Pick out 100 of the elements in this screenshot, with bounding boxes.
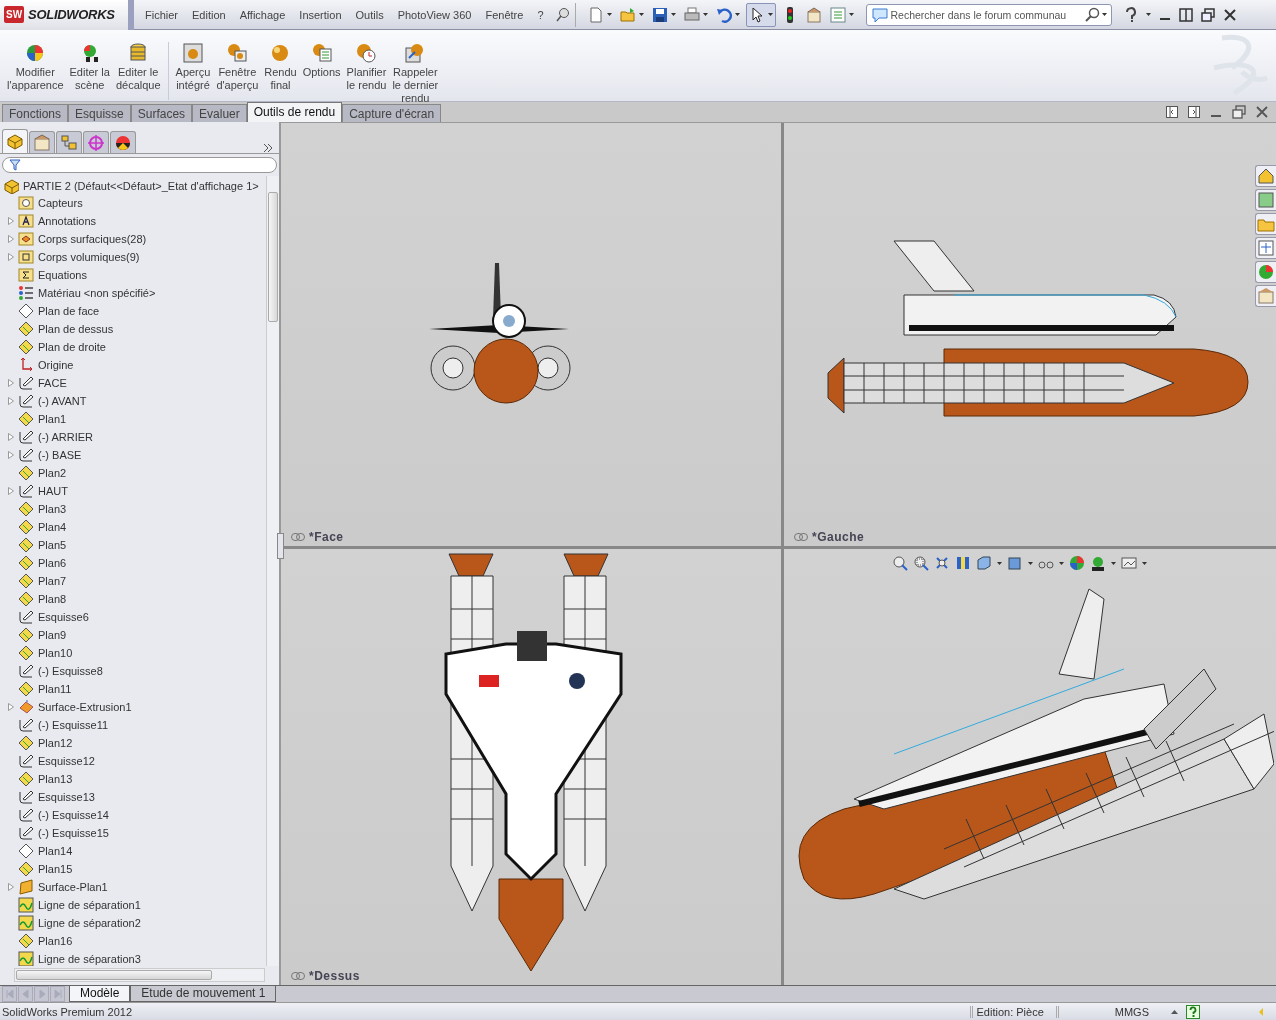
tree-item[interactable]: Plan13 <box>38 773 73 785</box>
ribbon-button[interactable]: Fenêtre d'aperçu <box>213 42 262 92</box>
caret-icon[interactable] <box>1101 13 1107 16</box>
tree-item[interactable]: Matériau <non spécifié> <box>38 287 156 299</box>
caret-icon[interactable] <box>997 561 1002 565</box>
ribbon-button[interactable]: Modifier l'apparence <box>4 42 67 92</box>
tab[interactable]: Etude de mouvement 1 <box>130 986 277 1002</box>
tree-item[interactable]: Surface-Extrusion1 <box>38 701 132 713</box>
tree-item[interactable]: PARTIE 2 (Défaut<<Défaut>_Etat d'affichage 1> <box>23 180 259 192</box>
expand-arrow-icon[interactable] <box>8 217 14 225</box>
tile-icon[interactable] <box>1178 7 1193 22</box>
horizontal-scrollbar[interactable] <box>14 968 265 982</box>
tree-item[interactable]: HAUT <box>38 485 68 497</box>
tree-item[interactable]: Plan11 <box>38 683 72 695</box>
ribbon-button[interactable]: Options <box>299 42 344 79</box>
expand-arrow-icon[interactable] <box>8 883 14 891</box>
expand-arrow-icon[interactable] <box>8 253 14 261</box>
tab[interactable]: Modèle <box>69 986 131 1002</box>
menu-item[interactable]: Edition <box>185 8 233 21</box>
unit-system[interactable]: MMGS <box>1114 1005 1149 1018</box>
scroll-thumb[interactable] <box>268 192 278 322</box>
tree-item[interactable]: (-) AVANT <box>38 395 87 407</box>
ribbon-button[interactable]: Planifier le rendu <box>343 42 390 92</box>
help-icon[interactable] <box>1123 6 1138 23</box>
tree-item[interactable]: (-) Esquisse11 <box>38 719 109 731</box>
undo-icon[interactable] <box>715 6 732 23</box>
tree-item[interactable]: Origine <box>38 359 74 371</box>
zoom-fit-icon[interactable] <box>892 555 908 571</box>
caret-icon[interactable] <box>767 13 773 16</box>
caret-icon[interactable] <box>1111 561 1116 565</box>
tree-item[interactable]: Plan15 <box>38 863 73 875</box>
zoom-area-icon[interactable] <box>913 555 929 571</box>
tree-item[interactable]: Plan6 <box>38 557 67 569</box>
caret-icon[interactable] <box>702 13 708 16</box>
split-left-icon[interactable] <box>1166 106 1178 118</box>
caret-icon[interactable] <box>1028 561 1033 565</box>
restore-icon[interactable] <box>1200 7 1215 22</box>
tree-item[interactable]: Plan7 <box>38 575 67 587</box>
expand-chevron-icon[interactable] <box>263 143 273 153</box>
expand-arrow-icon[interactable] <box>8 379 14 387</box>
options-icon[interactable] <box>805 6 822 23</box>
panel-tab[interactable] <box>2 129 28 153</box>
filter-field[interactable] <box>2 157 277 173</box>
tree-item[interactable]: Plan3 <box>38 503 67 515</box>
caret-icon[interactable] <box>1145 13 1151 16</box>
splitter-handle[interactable] <box>277 533 284 559</box>
previous-view-icon[interactable] <box>934 555 950 571</box>
expand-arrow-icon[interactable] <box>8 397 14 405</box>
ribbon-button[interactable]: Editer le décalque <box>112 42 164 92</box>
tree-item[interactable]: Esquisse12 <box>38 755 95 767</box>
caret-icon[interactable] <box>734 13 740 16</box>
caret-icon[interactable] <box>1171 1009 1178 1014</box>
search-field[interactable]: Rechercher dans le forum communau <box>865 3 1112 26</box>
task-pane-tab[interactable] <box>1255 165 1276 187</box>
expand-arrow-icon[interactable] <box>8 235 14 243</box>
split-right-icon[interactable] <box>1188 106 1200 118</box>
tree-item[interactable]: Plan16 <box>38 935 73 947</box>
menu-item[interactable]: Insertion <box>292 8 349 21</box>
print-icon[interactable] <box>683 6 700 23</box>
tree-item[interactable]: Plan10 <box>38 647 73 659</box>
tab[interactable]: Capture d'écran <box>342 104 442 122</box>
task-pane-tab[interactable] <box>1255 189 1276 211</box>
ribbon-button[interactable]: Rappeler le dernier rendu <box>389 42 442 105</box>
tab[interactable]: Surfaces <box>130 104 193 122</box>
menu-item[interactable]: ? <box>530 8 551 21</box>
tree-item[interactable]: Plan8 <box>38 593 67 605</box>
scene-icon[interactable] <box>1090 555 1106 571</box>
tree-item[interactable]: Plan9 <box>38 629 67 641</box>
tree-item[interactable]: Plan5 <box>38 539 67 551</box>
tab[interactable]: Esquisse <box>68 104 131 122</box>
caret-icon[interactable] <box>638 13 644 16</box>
task-pane-tab[interactable] <box>1255 237 1276 259</box>
appearance-icon[interactable] <box>1069 555 1085 571</box>
task-pane-tab[interactable] <box>1255 261 1276 283</box>
tree-item[interactable]: Ligne de séparation2 <box>38 917 141 929</box>
menu-item[interactable]: Fichier <box>138 8 185 21</box>
scroll-thumb[interactable] <box>16 970 212 980</box>
tree-item[interactable]: Corps volumiques(9) <box>38 251 140 263</box>
tree-item[interactable]: Ligne de séparation1 <box>38 899 141 911</box>
tree-item[interactable]: Corps surfaciques(28) <box>38 233 147 245</box>
expand-arrow-icon[interactable] <box>8 703 14 711</box>
help-icon[interactable] <box>1186 1004 1200 1019</box>
menu-item[interactable]: Affichage <box>232 8 293 21</box>
save-icon[interactable] <box>651 6 668 23</box>
search-icon[interactable] <box>1083 6 1100 23</box>
tree-item[interactable]: Plan14 <box>38 845 73 857</box>
tree-item[interactable]: Esquisse13 <box>38 791 95 803</box>
caret-icon[interactable] <box>670 13 676 16</box>
tree-item[interactable]: Plan de droite <box>38 341 106 353</box>
tree-item[interactable]: FACE <box>38 377 67 389</box>
restore-icon[interactable] <box>1232 105 1246 119</box>
caret-icon[interactable] <box>848 13 854 16</box>
tree-item[interactable]: (-) Esquisse15 <box>38 827 109 839</box>
ribbon-button[interactable]: Rendu final <box>261 42 300 92</box>
caret-icon[interactable] <box>1142 561 1147 565</box>
close-icon[interactable] <box>1222 7 1237 22</box>
vertical-scrollbar[interactable] <box>266 176 279 966</box>
tab[interactable]: Fonctions <box>2 104 69 122</box>
tree-item[interactable]: Plan12 <box>38 737 73 749</box>
tab[interactable]: Evaluer <box>192 104 247 122</box>
